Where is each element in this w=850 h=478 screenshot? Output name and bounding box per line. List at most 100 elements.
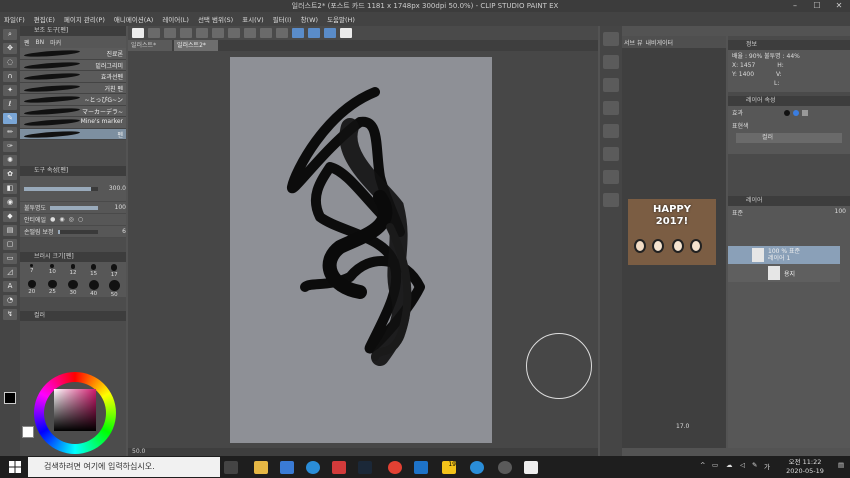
mail-icon[interactable] — [414, 461, 428, 474]
main-color-swatch[interactable] — [4, 392, 16, 404]
menu-filter[interactable]: 필터(I) — [273, 14, 292, 24]
brush-item-selected[interactable]: 펜 — [20, 128, 126, 140]
brush-size-preset[interactable]: 10 — [43, 264, 63, 279]
open-file-icon[interactable] — [164, 28, 176, 38]
brush-size-preset[interactable]: 17 — [104, 264, 124, 279]
lasso-tool-icon[interactable]: ∩ — [3, 71, 17, 82]
correct-line-tool-icon[interactable]: ↯ — [3, 309, 17, 320]
canvas-paper[interactable] — [230, 57, 492, 443]
menu-help[interactable]: 도움말(H) — [327, 14, 355, 24]
brush-tool-icon[interactable]: ✑ — [3, 141, 17, 152]
brush-size-preset[interactable]: 50 — [104, 280, 124, 298]
menu-animation[interactable]: 애니메이션(A) — [114, 14, 153, 24]
brush-item[interactable]: Mine's marker — [20, 117, 126, 129]
menu-page[interactable]: 페이지 관리(P) — [64, 14, 105, 24]
menu-file[interactable]: 파일(F) — [4, 14, 25, 24]
select-tool-icon[interactable]: ◌ — [3, 57, 17, 68]
edge-icon[interactable] — [306, 461, 320, 474]
file-explorer-icon[interactable] — [254, 461, 268, 474]
decoration-tool-icon[interactable]: ✿ — [3, 169, 17, 180]
eraser-tool-icon[interactable]: ◧ — [3, 183, 17, 194]
fill-icon[interactable] — [244, 28, 256, 38]
airbrush-tool-icon[interactable]: ✺ — [3, 155, 17, 166]
tab-subview[interactable]: 서브 뷰 — [624, 38, 642, 47]
save-icon[interactable] — [180, 28, 192, 38]
transform-icon[interactable] — [260, 28, 272, 38]
effect-tone-icon[interactable] — [793, 109, 800, 116]
maximize-button[interactable]: ☐ — [806, 0, 828, 12]
brush-item[interactable]: ~とっぴG~ン — [20, 94, 126, 106]
menu-view[interactable]: 표시(V) — [242, 14, 263, 24]
help-icon[interactable] — [340, 28, 352, 38]
brush-size-preset[interactable]: 7 — [22, 264, 42, 279]
brush-item[interactable]: 거친 펜 — [20, 82, 126, 94]
tab-bn[interactable]: BN — [36, 39, 45, 46]
close-button[interactable]: ✕ — [828, 0, 850, 12]
pen-tool-icon[interactable]: ✎ — [3, 113, 17, 124]
brush-item[interactable]: 효과선펜 — [20, 71, 126, 83]
layer-row[interactable]: 100 % 표준 레이어 1 — [728, 246, 840, 264]
brush-item[interactable]: マーカーデラ~ — [20, 105, 126, 117]
clip-studio-paint-icon[interactable] — [524, 461, 538, 474]
app-icon[interactable] — [332, 461, 346, 474]
eye-icon[interactable] — [132, 28, 144, 38]
taskbar-search-input[interactable]: 검색하려면 여기에 입력하십시오. — [28, 457, 220, 477]
brush-size-slider[interactable] — [24, 186, 98, 191]
rotate-icon[interactable] — [603, 78, 619, 92]
notification-icon[interactable]: ▤ — [838, 461, 844, 469]
clock[interactable]: 오전 11:22 2020-05-19 — [780, 458, 830, 476]
layer-row[interactable]: 용지 — [728, 264, 840, 282]
menu-selection[interactable]: 선택 범위(S) — [198, 14, 233, 24]
brush-size-preset[interactable]: 12 — [63, 264, 83, 279]
task-view-icon[interactable] — [224, 461, 238, 474]
store-icon[interactable] — [280, 461, 294, 474]
chrome-icon[interactable] — [388, 461, 402, 474]
reference-icon[interactable] — [603, 170, 619, 184]
wand-tool-icon[interactable]: ✦ — [3, 85, 17, 96]
gradient-tool-icon[interactable]: ▤ — [3, 225, 17, 236]
layer-opacity-value[interactable]: 100 — [835, 208, 846, 217]
move-tool-icon[interactable]: ✥ — [3, 43, 17, 54]
brush-size-preset[interactable]: 15 — [84, 264, 104, 279]
flip-icon[interactable] — [603, 101, 619, 115]
effect-tone-area-icon[interactable] — [802, 109, 809, 116]
effect-border-icon[interactable] — [784, 109, 791, 116]
fit-icon[interactable] — [603, 55, 619, 69]
windows-start-icon[interactable] — [8, 460, 22, 474]
tab-navigator[interactable]: 내비게이터 — [645, 38, 673, 47]
doc-tab-illust1[interactable]: 일러스트* — [128, 40, 172, 51]
fill-tool-icon[interactable]: ◆ — [3, 211, 17, 222]
antialias-strong-icon[interactable]: ○ — [78, 216, 83, 223]
snap-icon[interactable] — [308, 28, 320, 38]
brush-item[interactable]: 진료론 — [20, 48, 126, 60]
clip-studio-icon[interactable] — [498, 461, 512, 474]
layer-move-icon[interactable] — [603, 147, 619, 161]
brush-size-preset[interactable]: 40 — [84, 280, 104, 297]
menu-edit[interactable]: 편집(E) — [34, 14, 55, 24]
doc-tab-illust2[interactable]: 일러스트2* — [174, 40, 218, 51]
blend-mode-select[interactable]: 표준 — [732, 208, 743, 217]
balloon-tool-icon[interactable]: ◔ — [3, 295, 17, 306]
display-color-select[interactable]: 컬러 — [736, 133, 842, 143]
ime-indicator[interactable]: 가 — [764, 461, 770, 471]
color-saturation-box[interactable] — [54, 389, 96, 431]
blend-tool-icon[interactable]: ◉ — [3, 197, 17, 208]
deselect-icon[interactable] — [276, 28, 288, 38]
snap-grid-icon[interactable] — [324, 28, 336, 38]
pin-icon[interactable] — [603, 193, 619, 207]
brush-size-preset[interactable]: 25 — [43, 280, 63, 295]
antialias-mid-icon[interactable]: ◎ — [69, 216, 74, 223]
view-icon[interactable] — [603, 124, 619, 138]
opacity-slider[interactable] — [50, 205, 98, 210]
cloud-icon[interactable]: ☁ — [726, 461, 733, 469]
ie-icon[interactable] — [470, 461, 484, 474]
ruler-icon[interactable] — [292, 28, 304, 38]
eyedropper-tool-icon[interactable]: ℓ — [3, 99, 17, 110]
sub-color-swatch[interactable] — [22, 426, 34, 438]
figure-tool-icon[interactable]: ▢ — [3, 239, 17, 250]
volume-icon[interactable]: ◁ — [740, 461, 745, 469]
brush-size-preset[interactable]: 20 — [22, 280, 42, 295]
minimize-button[interactable]: – — [784, 0, 806, 12]
zoom-icon[interactable] — [603, 32, 619, 46]
undo-icon[interactable] — [196, 28, 208, 38]
